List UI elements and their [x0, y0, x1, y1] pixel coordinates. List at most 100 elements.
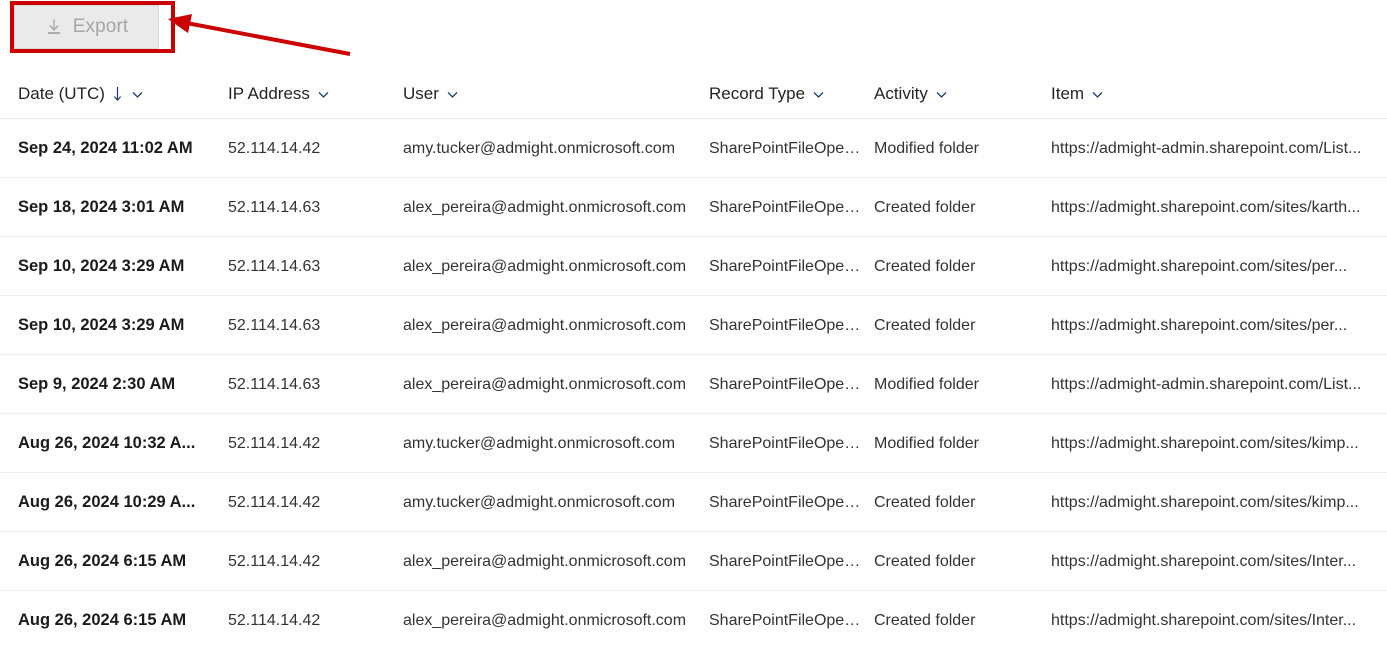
cell-record-type-text: SharePointFileOper... [709, 493, 861, 511]
cell-activity: Created folder [874, 237, 1039, 296]
cell-user-text: alex_pereira@admight.onmicrosoft.com [403, 375, 687, 393]
cell-activity-text: Created folder [874, 316, 976, 334]
cell-user-text: alex_pereira@admight.onmicrosoft.com [403, 552, 687, 570]
column-header-item-label: Item [1051, 84, 1085, 103]
cell-ip-address-text: 52.114.14.42 [228, 139, 321, 157]
cell-item: https://admight-admin.sharepoint.com/Lis… [1051, 355, 1387, 414]
cell-item: https://admight.sharepoint.com/sites/Int… [1051, 532, 1387, 591]
cell-item: https://admight.sharepoint.com/sites/kar… [1051, 178, 1387, 237]
table-row[interactable]: Sep 10, 2024 3:29 AM 52.114.14.63 alex_per… [0, 296, 1387, 355]
cell-record-type: SharePointFileOper... [709, 296, 861, 355]
cell-date-text: Aug 26, 2024 10:29 A... [18, 493, 196, 511]
table-row[interactable]: Aug 26, 2024 6:15 AM 52.114.14.42 alex_per… [0, 532, 1387, 591]
cell-record-type: SharePointFileOper... [709, 355, 861, 414]
table-header-row: Date (UTC) IP Address User Record Type A… [0, 72, 1387, 119]
cell-item-text: https://admight.sharepoint.com/sites/kar… [1051, 198, 1361, 216]
cell-date-text: Sep 10, 2024 3:29 AM [18, 316, 185, 334]
cell-user: amy.tucker@admight.onmicrosoft.com [403, 119, 698, 178]
cell-date-text: Sep 10, 2024 3:29 AM [18, 257, 185, 275]
cell-ip-address: 52.114.14.63 [228, 237, 388, 296]
cell-date: Sep 10, 2024 3:29 AM [18, 237, 214, 296]
cell-user: alex_pereira@admight.onmicrosoft.com [403, 237, 698, 296]
table-row[interactable]: Sep 9, 2024 2:30 AM 52.114.14.63 alex_pere… [0, 355, 1387, 414]
cell-ip-address: 52.114.14.63 [228, 296, 388, 355]
cell-date-text: Sep 9, 2024 2:30 AM [18, 375, 176, 393]
column-header-record-type[interactable]: Record Type [709, 84, 861, 104]
cell-activity-text: Modified folder [874, 139, 979, 157]
cell-item-text: https://admight.sharepoint.com/sites/Int… [1051, 552, 1357, 570]
table-row[interactable]: Aug 26, 2024 6:15 AM 52.114.14.42 alex_per… [0, 591, 1387, 650]
column-header-activity[interactable]: Activity [874, 84, 1039, 104]
table-body: Sep 24, 2024 11:02 AM 52.114.14.42 amy.tuc… [0, 119, 1387, 650]
cell-record-type-text: SharePointFileOper... [709, 434, 861, 452]
chevron-down-icon[interactable] [445, 87, 460, 102]
cell-ip-address: 52.114.14.42 [228, 532, 388, 591]
table-row[interactable]: Aug 26, 2024 10:29 A... 52.114.14.42 amy.t… [0, 473, 1387, 532]
cell-user-text: alex_pereira@admight.onmicrosoft.com [403, 198, 687, 216]
column-header-ip-address[interactable]: IP Address [228, 84, 388, 104]
chevron-down-icon[interactable] [934, 87, 949, 102]
cell-activity: Created folder [874, 532, 1039, 591]
table-row[interactable]: Sep 18, 2024 3:01 AM 52.114.14.63 alex_per… [0, 178, 1387, 237]
chevron-down-icon[interactable] [130, 87, 145, 102]
column-header-user-label: User [403, 84, 439, 103]
cell-activity: Created folder [874, 178, 1039, 237]
cell-ip-address: 52.114.14.42 [228, 591, 388, 650]
cell-ip-address-text: 52.114.14.42 [228, 434, 321, 452]
cell-item: https://admight.sharepoint.com/sites/kim… [1051, 473, 1387, 532]
cell-item: https://admight-admin.sharepoint.com/Lis… [1051, 119, 1387, 178]
annotation-arrow [168, 14, 351, 56]
table-row[interactable]: Sep 10, 2024 3:29 AM 52.114.14.63 alex_per… [0, 237, 1387, 296]
cell-record-type-text: SharePointFileOper... [709, 198, 861, 216]
cell-date: Sep 10, 2024 3:29 AM [18, 296, 214, 355]
cell-record-type: SharePointFileOper... [709, 414, 861, 473]
column-header-activity-label: Activity [874, 84, 928, 103]
cell-date: Sep 24, 2024 11:02 AM [18, 119, 214, 178]
export-button[interactable]: Export [14, 5, 159, 49]
cell-ip-address-text: 52.114.14.63 [228, 198, 321, 216]
cell-ip-address-text: 52.114.14.42 [228, 611, 321, 629]
cell-activity-text: Created folder [874, 552, 976, 570]
cell-record-type: SharePointFileOper... [709, 532, 861, 591]
cell-ip-address: 52.114.14.42 [228, 119, 388, 178]
cell-date-text: Aug 26, 2024 6:15 AM [18, 611, 187, 629]
table-row[interactable]: Aug 26, 2024 10:32 A... 52.114.14.42 amy.t… [0, 414, 1387, 473]
audit-log-search-results-page: Export Date (UTC) IP Address User Record… [0, 0, 1387, 655]
cell-item: https://admight.sharepoint.com/sites/Int… [1051, 591, 1387, 650]
column-header-record-type-label: Record Type [709, 84, 806, 103]
cell-ip-address-text: 52.114.14.63 [228, 375, 321, 393]
cell-user: alex_pereira@admight.onmicrosoft.com [403, 532, 698, 591]
cell-item: https://admight.sharepoint.com/sites/per… [1051, 296, 1387, 355]
chevron-down-icon[interactable] [1090, 87, 1105, 102]
column-header-item[interactable]: Item [1051, 84, 1387, 104]
cell-record-type: SharePointFileOper... [709, 237, 861, 296]
cell-activity: Created folder [874, 473, 1039, 532]
chevron-down-icon[interactable] [316, 87, 331, 102]
cell-user: alex_pereira@admight.onmicrosoft.com [403, 296, 698, 355]
export-button-label: Export [72, 16, 129, 37]
cell-user: amy.tucker@admight.onmicrosoft.com [403, 414, 698, 473]
cell-item: https://admight.sharepoint.com/sites/per… [1051, 237, 1387, 296]
cell-record-type-text: SharePointFileOper... [709, 257, 861, 275]
column-header-user[interactable]: User [403, 84, 698, 104]
column-header-date-label: Date (UTC) [18, 84, 105, 103]
cell-record-type-text: SharePointFileOper... [709, 316, 861, 334]
column-header-ip-address-label: IP Address [228, 84, 310, 103]
cell-activity-text: Modified folder [874, 375, 979, 393]
results-toolbar: Export [0, 0, 1387, 60]
cell-record-type: SharePointFileOper... [709, 591, 861, 650]
cell-ip-address: 52.114.14.63 [228, 355, 388, 414]
cell-date-text: Aug 26, 2024 6:15 AM [18, 552, 187, 570]
sort-descending-icon [113, 87, 121, 102]
cell-record-type-text: SharePointFileOper... [709, 552, 861, 570]
cell-activity: Created folder [874, 591, 1039, 650]
cell-item-text: https://admight-admin.sharepoint.com/Lis… [1051, 375, 1362, 393]
chevron-down-icon[interactable] [811, 87, 826, 102]
cell-user: amy.tucker@admight.onmicrosoft.com [403, 473, 698, 532]
cell-activity: Modified folder [874, 355, 1039, 414]
download-icon [45, 18, 63, 36]
column-header-date[interactable]: Date (UTC) [18, 84, 214, 104]
cell-ip-address: 52.114.14.42 [228, 473, 388, 532]
cell-ip-address-text: 52.114.14.42 [228, 493, 321, 511]
table-row[interactable]: Sep 24, 2024 11:02 AM 52.114.14.42 amy.tuc… [0, 119, 1387, 178]
